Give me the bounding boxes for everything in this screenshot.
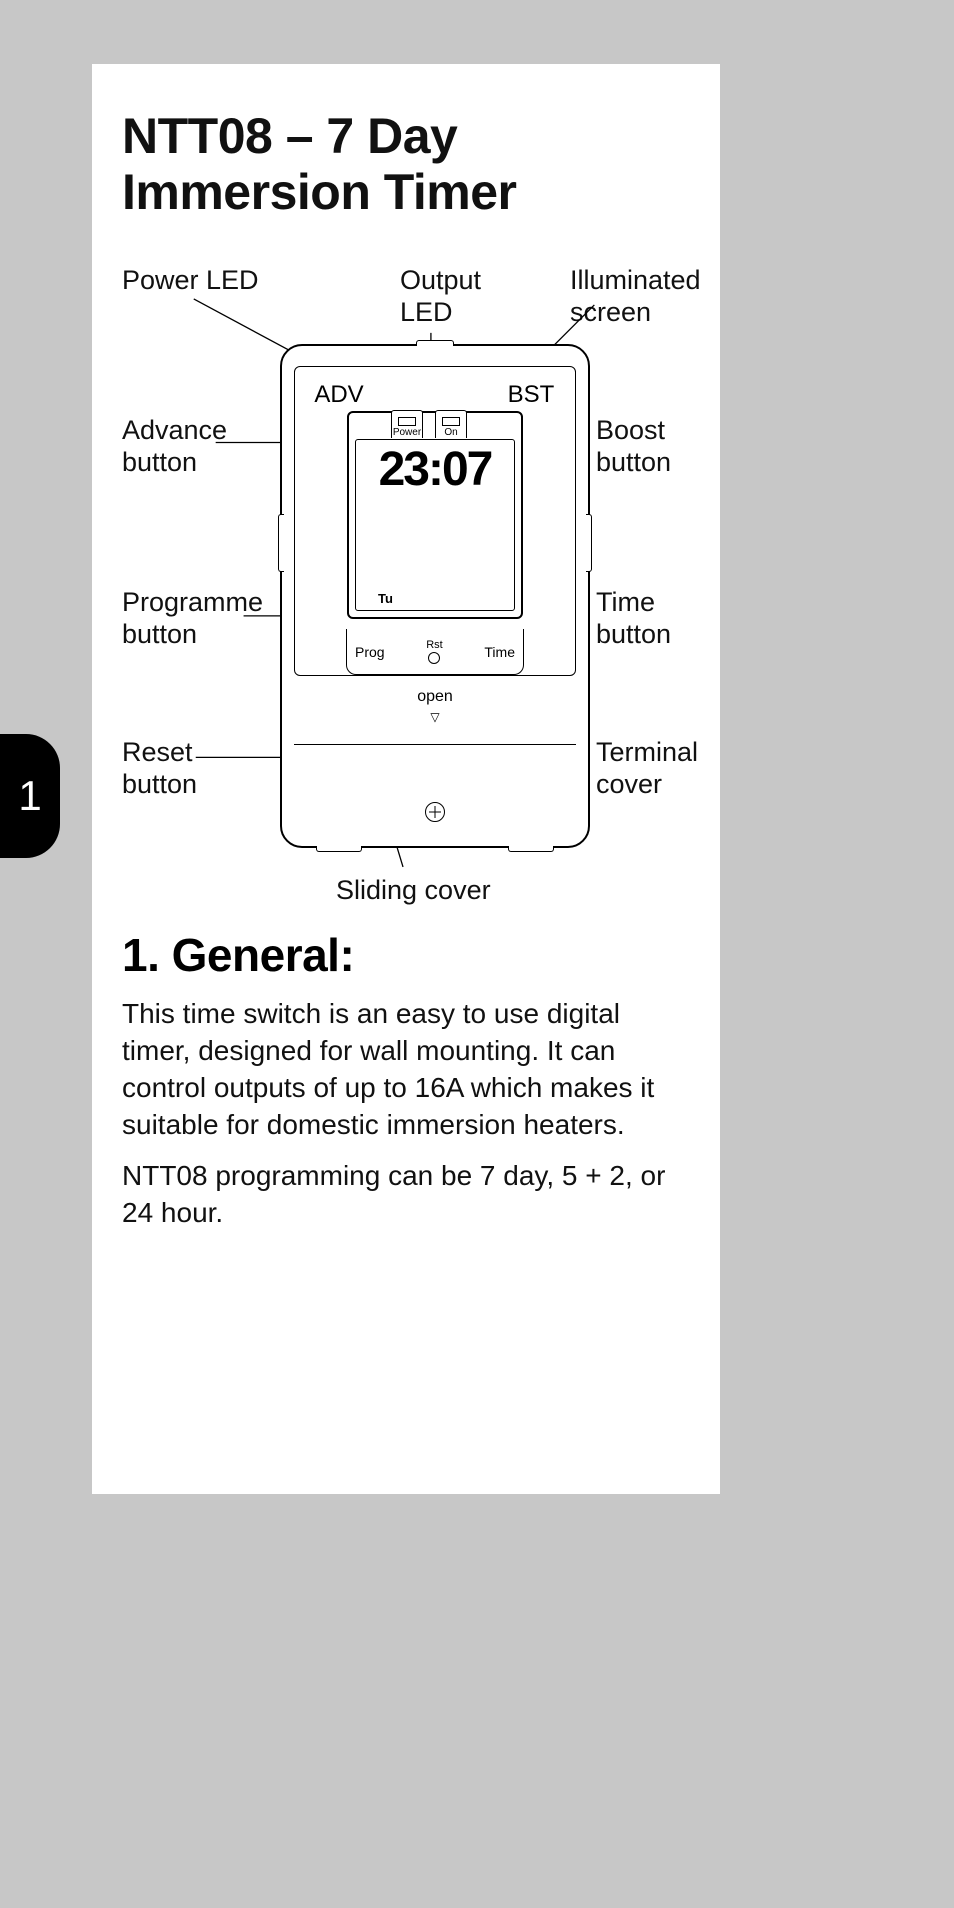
callout-programme-button: Programmebutton: [122, 586, 263, 651]
body-paragraph-1: This time switch is an easy to use digit…: [122, 996, 690, 1144]
prog-button-label: Prog: [355, 644, 385, 660]
callout-boost-button: Boostbutton: [596, 414, 671, 479]
lower-button-row: Prog Rst Time: [346, 629, 524, 675]
bst-button-label: BST: [495, 377, 567, 413]
page-title: NTT08 – 7 DayImmersion Timer: [122, 108, 690, 220]
lcd-screen: Power On 23:07 Tu: [347, 411, 523, 619]
callout-reset-button: Resetbutton: [122, 736, 197, 801]
reset-pinhole: Rst: [426, 639, 443, 664]
callout-power-led: Power LED: [122, 264, 259, 296]
adv-button-label: ADV: [303, 377, 375, 413]
day-readout: Tu: [356, 591, 514, 606]
power-led-icon: Power: [391, 410, 423, 438]
open-label: open: [280, 688, 590, 706]
callout-advance-button: Advancebutton: [122, 414, 227, 479]
callout-illuminated-screen: Illuminatedscreen: [570, 264, 701, 329]
on-led-icon: On: [435, 410, 467, 438]
callout-time-button: Timebutton: [596, 586, 671, 651]
callout-sliding-cover: Sliding cover: [336, 874, 491, 906]
document-page: NTT08 – 7 DayImmersion Timer Power LED O…: [92, 64, 720, 1494]
time-button-label: Time: [484, 644, 515, 660]
section-heading: 1. General:: [122, 928, 690, 982]
chevron-down-icon: ▽: [430, 710, 439, 724]
callout-terminal-cover: Terminalcover: [596, 736, 698, 801]
page-number-tab: 1: [0, 734, 60, 858]
callout-output-led: OutputLED: [400, 264, 481, 329]
time-readout: 23:07: [379, 446, 492, 494]
timer-device-illustration: ADV BST Power On 23:07 Tu Prog Rst Time …: [280, 344, 590, 848]
body-paragraph-2: NTT08 programming can be 7 day, 5 + 2, o…: [122, 1158, 690, 1232]
screw-icon: [425, 802, 445, 822]
device-diagram: Power LED OutputLED Illuminatedscreen Ad…: [122, 238, 690, 918]
